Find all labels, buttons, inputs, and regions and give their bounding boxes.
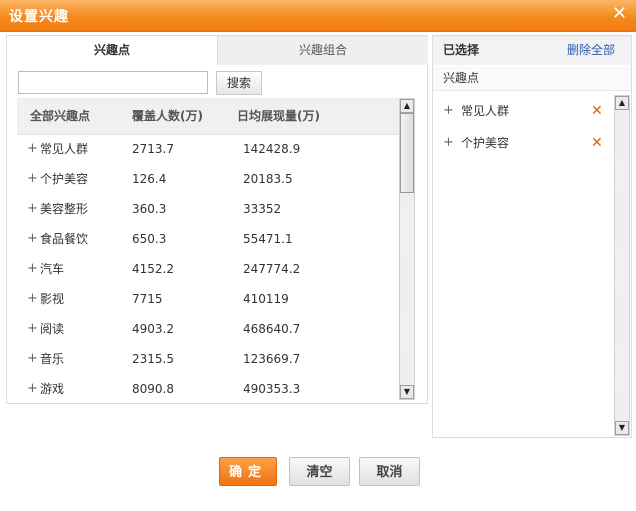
coverage-value: 4152.2 xyxy=(132,262,174,276)
coverage-value: 650.3 xyxy=(132,232,167,246)
interest-name: 美容整形 xyxy=(40,202,89,216)
table-row[interactable]: + 汽车 4152.2 247774.2 xyxy=(17,254,399,284)
column-header-all-interests[interactable]: 全部兴趣点 xyxy=(30,98,90,134)
scroll-down-arrow-icon[interactable]: ▼ xyxy=(615,421,629,435)
remove-icon[interactable]: ✕ xyxy=(591,127,603,159)
interest-name: 影视 xyxy=(40,292,65,306)
selected-item-label: 个护美容 xyxy=(461,136,510,150)
daily-impressions-value: 33352 xyxy=(243,202,282,216)
table-row[interactable]: + 个护美容 126.4 20183.5 xyxy=(17,164,399,194)
table-row[interactable]: + 美容整形 360.3 33352 xyxy=(17,194,399,224)
interest-name: 个护美容 xyxy=(40,172,89,186)
close-icon[interactable]: ✕ xyxy=(612,5,627,23)
scroll-down-arrow-icon[interactable]: ▼ xyxy=(400,385,414,399)
daily-impressions-value: 490353.3 xyxy=(243,382,301,396)
expand-plus-icon[interactable]: + xyxy=(27,344,38,374)
expand-plus-icon[interactable]: + xyxy=(443,127,454,159)
dialog-titlebar: 设置兴趣 ✕ xyxy=(0,0,636,32)
table-row[interactable]: + 游戏 8090.8 490353.3 xyxy=(17,374,399,402)
daily-impressions-value: 142428.9 xyxy=(243,142,301,156)
search-button[interactable]: 搜索 xyxy=(216,71,262,95)
daily-impressions-value: 468640.7 xyxy=(243,322,301,336)
interest-name: 音乐 xyxy=(40,352,65,366)
coverage-value: 4903.2 xyxy=(132,322,174,336)
daily-impressions-value: 410119 xyxy=(243,292,289,306)
daily-impressions-value: 20183.5 xyxy=(243,172,293,186)
interest-table-body: + 常见人群 2713.7 142428.9 + 个护美容 126.4 2018… xyxy=(17,134,399,402)
column-header-daily-impressions[interactable]: 日均展现量(万) xyxy=(237,98,320,134)
coverage-value: 126.4 xyxy=(132,172,167,186)
selected-item-label: 常见人群 xyxy=(461,104,510,118)
coverage-value: 7715 xyxy=(132,292,163,306)
clear-button[interactable]: 清空 xyxy=(289,457,350,486)
confirm-button[interactable]: 确定 xyxy=(219,457,277,486)
expand-plus-icon[interactable]: + xyxy=(27,134,38,164)
table-header: 全部兴趣点 覆盖人数(万) 日均展现量(万) xyxy=(17,98,399,135)
cancel-button[interactable]: 取消 xyxy=(359,457,420,486)
expand-plus-icon[interactable]: + xyxy=(27,374,38,402)
selected-list-scrollbar[interactable]: ▲ ▼ xyxy=(614,95,630,436)
interest-name: 阅读 xyxy=(40,322,65,336)
interest-name: 游戏 xyxy=(40,382,65,396)
selected-panel-title: 已选择 xyxy=(443,43,480,57)
expand-plus-icon[interactable]: + xyxy=(27,224,38,254)
column-header-coverage[interactable]: 覆盖人数(万) xyxy=(132,98,203,134)
daily-impressions-value: 123669.7 xyxy=(243,352,301,366)
coverage-value: 360.3 xyxy=(132,202,167,216)
expand-plus-icon[interactable]: + xyxy=(27,284,38,314)
selected-item[interactable]: + 个护美容 ✕ xyxy=(433,127,613,159)
coverage-value: 8090.8 xyxy=(132,382,174,396)
tab-bar: 兴趣点 兴趣组合 xyxy=(7,36,428,65)
selected-subheader-label: 兴趣点 xyxy=(443,71,480,85)
table-row[interactable]: + 食品餐饮 650.3 55471.1 xyxy=(17,224,399,254)
expand-plus-icon[interactable]: + xyxy=(27,314,38,344)
search-input[interactable] xyxy=(18,71,208,94)
selected-item[interactable]: + 常见人群 ✕ xyxy=(433,95,613,127)
expand-plus-icon[interactable]: + xyxy=(27,254,38,284)
coverage-value: 2315.5 xyxy=(132,352,174,366)
tab-interest-combos[interactable]: 兴趣组合 xyxy=(217,36,428,65)
scroll-up-arrow-icon[interactable]: ▲ xyxy=(400,99,414,113)
dialog-title: 设置兴趣 xyxy=(9,9,69,25)
selected-panel-subheader: 兴趣点 xyxy=(433,66,631,91)
selected-interests-panel: 已选择 删除全部 兴趣点 + 常见人群 ✕ + 个护美容 ✕ ▲ ▼ xyxy=(432,35,632,438)
expand-plus-icon[interactable]: + xyxy=(443,95,454,127)
expand-plus-icon[interactable]: + xyxy=(27,164,38,194)
table-row[interactable]: + 常见人群 2713.7 142428.9 xyxy=(17,134,399,164)
interest-list-panel: 兴趣点 兴趣组合 搜索 全部兴趣点 覆盖人数(万) 日均展现量(万) + 常见人… xyxy=(6,35,428,404)
table-row[interactable]: + 音乐 2315.5 123669.7 xyxy=(17,344,399,374)
daily-impressions-value: 247774.2 xyxy=(243,262,301,276)
interest-name: 常见人群 xyxy=(40,142,89,156)
coverage-value: 2713.7 xyxy=(132,142,174,156)
scroll-up-arrow-icon[interactable]: ▲ xyxy=(615,96,629,110)
selected-panel-header: 已选择 删除全部 xyxy=(433,36,631,65)
interest-name: 食品餐饮 xyxy=(40,232,89,246)
delete-all-link[interactable]: 删除全部 xyxy=(567,36,615,65)
interest-list-scrollbar[interactable]: ▲ ▼ xyxy=(399,98,415,400)
table-row[interactable]: + 影视 7715 410119 xyxy=(17,284,399,314)
daily-impressions-value: 55471.1 xyxy=(243,232,293,246)
scroll-thumb[interactable] xyxy=(400,113,414,193)
table-row[interactable]: + 阅读 4903.2 468640.7 xyxy=(17,314,399,344)
interest-name: 汽车 xyxy=(40,262,65,276)
remove-icon[interactable]: ✕ xyxy=(591,95,603,127)
expand-plus-icon[interactable]: + xyxy=(27,194,38,224)
tab-interest-points[interactable]: 兴趣点 xyxy=(7,36,217,65)
